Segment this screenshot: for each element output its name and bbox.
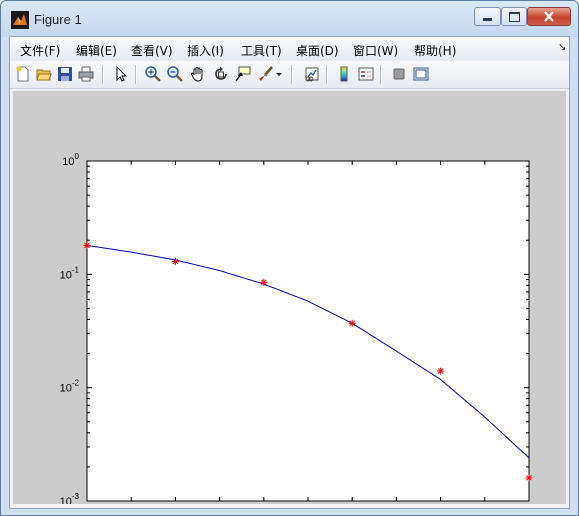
y-tick-label: 10-1 xyxy=(60,265,80,281)
zoom-out-icon[interactable] xyxy=(166,65,184,83)
maximize-button[interactable] xyxy=(501,7,527,26)
axes-background xyxy=(86,160,530,502)
rotate-3d-icon[interactable] xyxy=(212,65,230,83)
figure-client-area: 文件(F) 编辑(E) 查看(V) 插入(I) 工具(T) 桌面(D) 窗口(W… xyxy=(9,36,570,509)
toolbar-separator xyxy=(380,65,382,84)
brush-icon[interactable] xyxy=(257,65,275,83)
menu-help[interactable]: 帮助(H) xyxy=(414,42,456,59)
data-point-asterisk xyxy=(83,241,91,249)
hide-plot-tools-icon[interactable] xyxy=(390,65,408,83)
new-figure-icon[interactable] xyxy=(14,65,32,83)
toolbar-separator xyxy=(291,65,293,84)
pan-hand-icon[interactable] xyxy=(189,65,207,83)
toolbar-separator xyxy=(326,65,328,84)
toolbar-separator xyxy=(102,65,104,84)
print-icon[interactable] xyxy=(77,65,95,83)
y-tick-labels: 100 10-1 10-2 10-3 xyxy=(60,152,80,504)
menu-bar: 文件(F) 编辑(E) 查看(V) 插入(I) 工具(T) 桌面(D) 窗口(W… xyxy=(10,37,569,61)
figure-window: Figure 1 文件(F) 编辑(E) 查看(V) 插入(I) 工具(T) 桌… xyxy=(0,0,579,516)
menu-file[interactable]: 文件(F) xyxy=(20,42,60,59)
zoom-in-icon[interactable] xyxy=(144,65,162,83)
data-cursor-icon[interactable] xyxy=(234,65,252,83)
window-title: Figure 1 xyxy=(34,12,82,27)
close-icon xyxy=(544,11,554,22)
menu-window[interactable]: 窗口(W) xyxy=(353,42,398,59)
brush-dropdown-icon[interactable] xyxy=(274,65,284,83)
close-button[interactable] xyxy=(527,7,571,26)
link-plot-icon[interactable] xyxy=(303,65,321,83)
minimize-button[interactable] xyxy=(474,7,501,26)
colorbar-icon[interactable] xyxy=(335,65,353,83)
show-plot-tools-icon[interactable] xyxy=(412,65,430,83)
figure-canvas[interactable]: -4-3-2-10123456 10010-110-210-3 xyxy=(13,91,566,504)
menu-insert[interactable]: 插入(I) xyxy=(187,42,224,59)
y-tick-label: 100 xyxy=(62,152,79,168)
log-scale-plot[interactable]: -4-3-2-10123456 10010-110-210-3 xyxy=(13,91,566,504)
figure-toolbar xyxy=(10,61,569,89)
open-file-icon[interactable] xyxy=(35,65,53,83)
title-bar[interactable]: Figure 1 xyxy=(1,1,578,37)
legend-icon[interactable] xyxy=(357,65,375,83)
save-icon[interactable] xyxy=(56,65,74,83)
menu-desktop[interactable]: 桌面(D) xyxy=(296,42,339,59)
pointer-icon[interactable] xyxy=(112,65,130,83)
toolbar-separator xyxy=(135,65,137,84)
y-tick-label: 10-2 xyxy=(60,379,80,395)
y-tick-label: 10-3 xyxy=(60,492,80,504)
menu-edit[interactable]: 编辑(E) xyxy=(76,42,117,59)
menu-tools[interactable]: 工具(T) xyxy=(241,42,282,59)
matlab-logo-icon xyxy=(11,11,29,29)
maximize-icon xyxy=(508,11,520,22)
menu-view[interactable]: 查看(V) xyxy=(131,42,173,59)
minimize-icon xyxy=(483,17,492,21)
menu-overflow-chevron-icon[interactable]: ↘ xyxy=(558,42,566,53)
